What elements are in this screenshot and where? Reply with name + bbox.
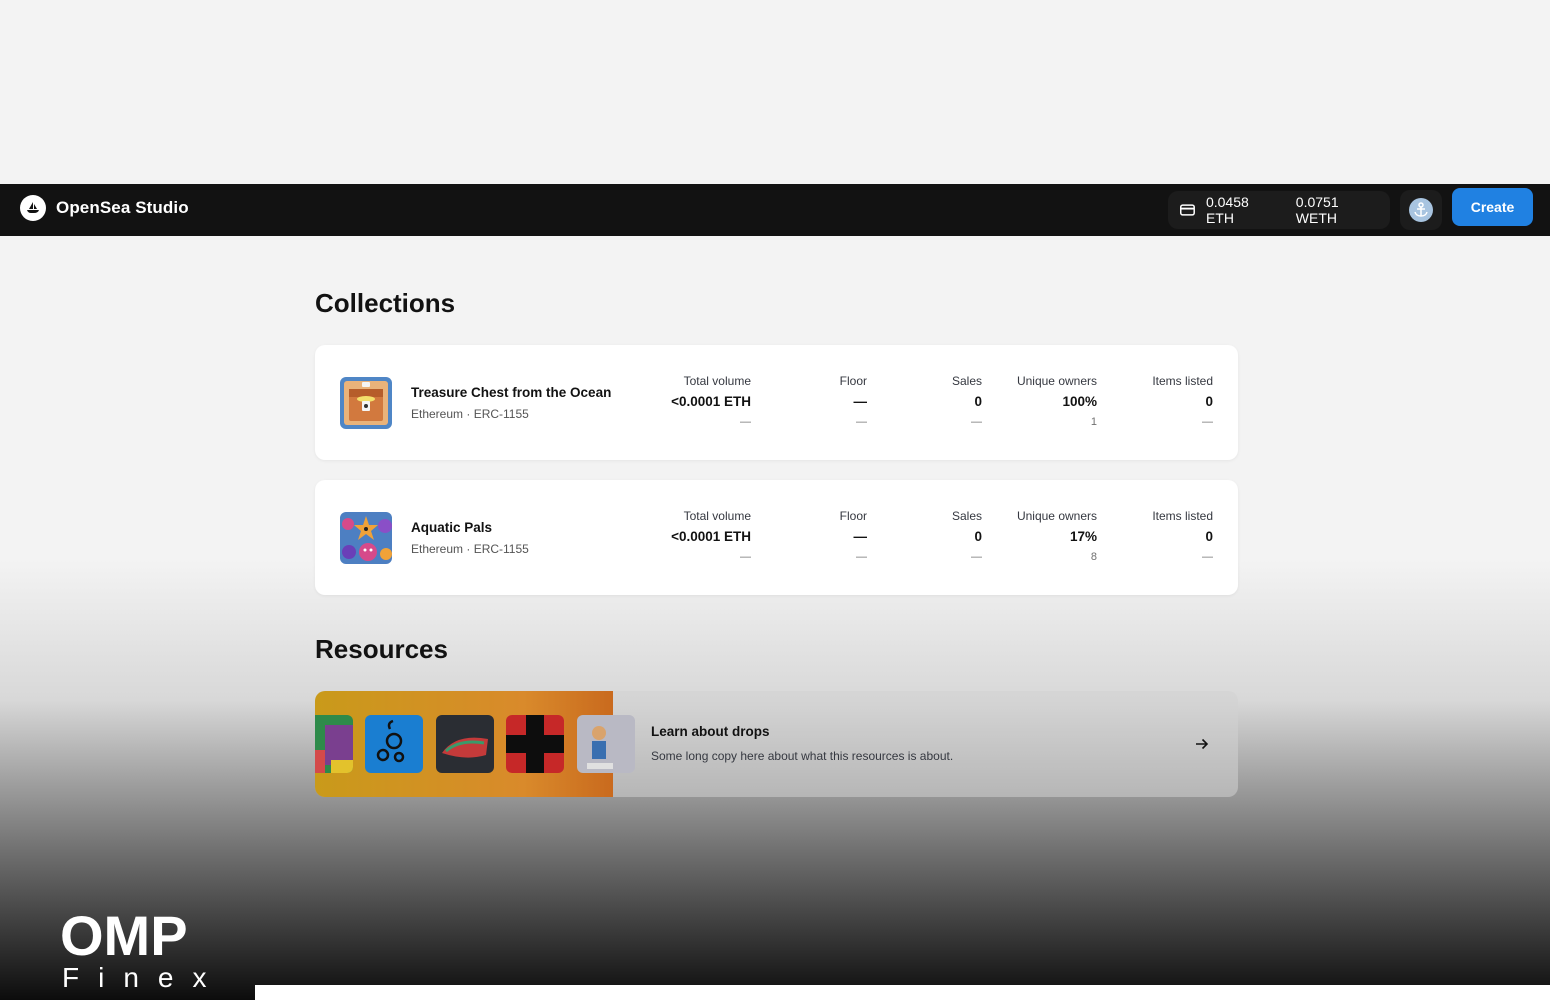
- stat-value: —: [853, 529, 868, 544]
- stat-value: 0: [1205, 529, 1213, 544]
- stat-unique-owners: Unique owners 17% 8: [1005, 480, 1097, 595]
- stat-change: —: [971, 551, 982, 563]
- stat-total-volume: Total volume <0.0001 ETH —: [655, 480, 751, 595]
- banner-tile: [365, 715, 423, 773]
- stat-unique-owners: Unique owners 100% 1: [1005, 345, 1097, 460]
- collection-chain: Ethereum · ERC-1155: [411, 407, 529, 421]
- stat-change: 1: [1090, 416, 1097, 428]
- stat-label: Floor: [839, 374, 867, 388]
- collection-card[interactable]: Aquatic Pals Ethereum · ERC-1155 Total v…: [315, 480, 1238, 595]
- stat-label: Items listed: [1152, 509, 1213, 523]
- stat-label: Unique owners: [1016, 509, 1097, 523]
- collections-heading: Collections: [315, 288, 456, 318]
- stat-change: —: [1202, 551, 1213, 563]
- stat-label: Unique owners: [1016, 374, 1097, 388]
- stat-total-volume: Total volume <0.0001 ETH —: [655, 345, 751, 460]
- stat-label: Sales: [951, 509, 982, 523]
- resource-banner-image: [315, 691, 635, 797]
- banner-tile: [577, 715, 635, 773]
- bottom-strip: [255, 985, 1550, 1000]
- stat-change: —: [740, 551, 751, 563]
- resource-description: Some long copy here about what this reso…: [651, 749, 954, 763]
- banner-tile: [315, 715, 353, 773]
- app-logo-link[interactable]: OpenSea Studio: [20, 195, 189, 221]
- resource-title[interactable]: Learn about drops: [651, 724, 770, 739]
- stat-sales: Sales 0 —: [915, 480, 982, 595]
- stat-change: 8: [1090, 551, 1097, 563]
- stat-change: —: [971, 416, 982, 428]
- stat-label: Floor: [839, 509, 867, 523]
- collection-name[interactable]: Treasure Chest from the Ocean: [411, 385, 611, 400]
- stat-label: Total volume: [683, 509, 751, 523]
- stat-change: —: [856, 416, 867, 428]
- eth-balance: 0.0458 ETH: [1205, 194, 1249, 226]
- watermark-line1: OMP: [60, 905, 188, 967]
- stat-label: Items listed: [1152, 374, 1213, 388]
- stat-value: 17%: [1069, 529, 1097, 544]
- stat-value: 0: [974, 529, 982, 544]
- collection-thumbnail: [340, 512, 392, 564]
- collection-chain: Ethereum · ERC-1155: [411, 542, 529, 556]
- banner-tile: [506, 715, 564, 773]
- stat-change: —: [740, 416, 751, 428]
- stat-value: 0: [1205, 394, 1213, 409]
- stat-value: <0.0001 ETH: [671, 529, 751, 544]
- stat-floor: Floor — —: [795, 480, 867, 595]
- collection-name[interactable]: Aquatic Pals: [411, 520, 492, 535]
- top-nav-bar: OpenSea Studio 0.0458 ETH 0.0751 WETH Cr…: [0, 184, 1550, 236]
- stat-label: Sales: [951, 374, 982, 388]
- collection-thumbnail: [340, 377, 392, 429]
- stat-items-listed: Items listed 0 —: [1125, 480, 1213, 595]
- stat-label: Total volume: [683, 374, 751, 388]
- resources-heading: Resources: [315, 634, 448, 664]
- banner-tile: [436, 715, 494, 773]
- resource-card[interactable]: Learn about drops Some long copy here ab…: [315, 691, 1238, 797]
- stat-value: —: [853, 394, 868, 409]
- stat-value: <0.0001 ETH: [671, 394, 751, 409]
- stat-value: 0: [974, 394, 982, 409]
- stat-floor: Floor — —: [795, 345, 867, 460]
- profile-button[interactable]: [1400, 190, 1442, 230]
- stat-items-listed: Items listed 0 —: [1125, 345, 1213, 460]
- stat-change: —: [856, 551, 867, 563]
- weth-balance: 0.0751 WETH: [1295, 194, 1339, 226]
- avatar: [1409, 198, 1433, 222]
- app-title: OpenSea Studio: [56, 198, 189, 217]
- omp-finex-watermark-logo: OMP Finex: [60, 905, 210, 993]
- opensea-logo-icon: [20, 195, 46, 221]
- create-button[interactable]: Create: [1452, 188, 1533, 226]
- wallet-balance[interactable]: 0.0458 ETH 0.0751 WETH: [1168, 191, 1390, 229]
- anchor-icon: [1414, 202, 1428, 217]
- stat-change: —: [1202, 416, 1213, 428]
- collection-card[interactable]: Treasure Chest from the Ocean Ethereum ·…: [315, 345, 1238, 460]
- watermark-line2: Finex: [62, 962, 210, 993]
- arrow-right-icon[interactable]: [1193, 735, 1211, 753]
- stat-sales: Sales 0 —: [915, 345, 982, 460]
- stat-value: 100%: [1062, 394, 1097, 409]
- wallet-icon: [1180, 204, 1195, 216]
